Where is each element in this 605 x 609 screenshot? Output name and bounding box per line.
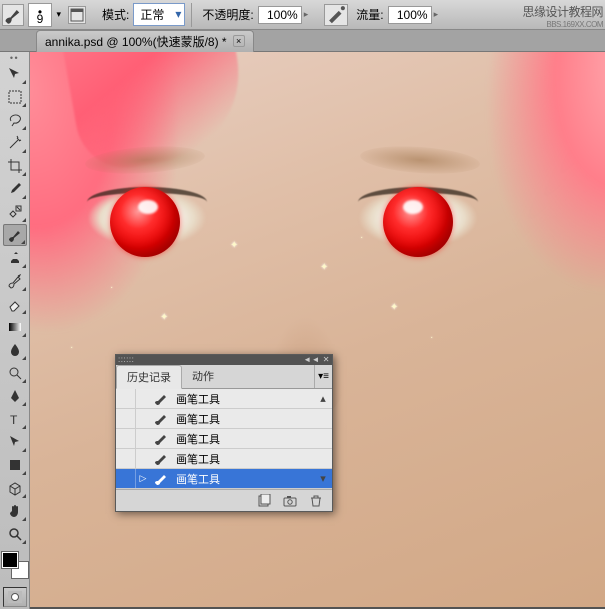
airbrush-toggle[interactable] [324,4,348,26]
scroll-up-icon[interactable]: ▴ [316,392,330,405]
blur-tool[interactable] [3,339,27,361]
3d-tool[interactable] [3,477,27,499]
history-state-row[interactable]: 画笔工具 [116,449,332,469]
history-state-label: 画笔工具 [174,411,330,427]
history-state-row[interactable]: 画笔工具 [116,409,332,429]
healing-brush-tool[interactable] [3,201,27,223]
flow-label: 流量: [356,6,383,23]
panel-titlebar[interactable]: ::::::◄◄ ✕ [116,355,332,365]
marquee-tool[interactable] [3,86,27,108]
dodge-tool[interactable] [3,362,27,384]
toolbox-grip-icon[interactable]: •• [1,54,29,62]
flow-chevron-icon[interactable]: ▸ [434,9,439,20]
options-bar: • 9 模式: 正常 ▾ 不透明度: ▸ 流量: ▸ 思缘设计教程网BBS.16… [0,0,605,30]
document-tab[interactable]: annika.psd @ 100%(快速蒙版/8) * × [36,30,254,52]
canvas-image: ✦ · ✦ · ✦ ✦ · · [30,52,605,607]
new-snapshot-button[interactable] [280,493,300,509]
history-state-row[interactable]: ▷画笔工具▾ [116,469,332,489]
panel-menu-icon[interactable]: ▾≡ [314,365,332,388]
history-state-label: 画笔工具 [174,471,316,487]
color-swatches[interactable] [2,552,28,578]
mode-label: 模式: [102,6,129,23]
brush-tool[interactable] [3,224,27,246]
canvas[interactable]: ✦ · ✦ · ✦ ✦ · · [30,52,605,607]
gradient-tool[interactable] [3,316,27,338]
tool-preset-picker[interactable] [2,4,24,26]
crop-tool[interactable] [3,155,27,177]
blend-mode-select[interactable]: 正常 ▾ [133,3,185,26]
hand-tool[interactable] [3,500,27,522]
eraser-tool[interactable] [3,293,27,315]
quick-mask-toggle[interactable] [3,587,27,607]
brush-icon [150,413,174,425]
clone-stamp-tool[interactable] [3,247,27,269]
opacity-input[interactable] [258,6,302,24]
toolbox: •• T [0,52,30,609]
opacity-label: 不透明度: [202,6,253,23]
path-selection-tool[interactable] [3,431,27,453]
opacity-chevron-icon[interactable]: ▸ [304,9,309,20]
shape-tool[interactable] [3,454,27,476]
history-state-label: 画笔工具 [174,451,330,467]
history-tab[interactable]: 历史记录 [116,365,182,389]
move-tool[interactable] [3,63,27,85]
brush-icon [150,393,174,405]
magic-wand-tool[interactable] [3,132,27,154]
flow-input[interactable] [388,6,432,24]
history-footer [116,489,332,511]
brush-icon [150,433,174,445]
watermark-text: 思缘设计教程网BBS.169XX.COM [522,3,603,29]
document-tab-title: annika.psd @ 100%(快速蒙版/8) * [45,33,227,50]
eyedropper-tool[interactable] [3,178,27,200]
scroll-down-icon[interactable]: ▾ [316,472,330,485]
brush-icon [150,473,174,485]
svg-text:T: T [10,413,18,427]
history-state-row[interactable]: 画笔工具 [116,429,332,449]
history-state-label: 画笔工具 [174,431,330,447]
zoom-tool[interactable] [3,523,27,545]
brush-size-picker[interactable]: • 9 [28,3,52,27]
actions-tab[interactable]: 动作 [182,365,224,388]
history-state-row[interactable]: 画笔工具▴ [116,389,332,409]
history-panel[interactable]: ::::::◄◄ ✕ 历史记录 动作 ▾≡ 画笔工具▴画笔工具画笔工具画笔工具▷… [115,354,333,512]
pen-tool[interactable] [3,385,27,407]
document-tab-bar: annika.psd @ 100%(快速蒙版/8) * × [0,30,605,52]
history-brush-tool[interactable] [3,270,27,292]
history-state-label: 画笔工具 [174,391,316,407]
type-tool[interactable]: T [3,408,27,430]
brush-icon [150,453,174,465]
close-tab-button[interactable]: × [233,35,245,47]
new-document-from-state-button[interactable] [254,493,274,509]
lasso-tool[interactable] [3,109,27,131]
delete-state-button[interactable] [306,493,326,509]
brush-panel-toggle[interactable] [68,6,86,24]
foreground-color[interactable] [2,552,18,568]
